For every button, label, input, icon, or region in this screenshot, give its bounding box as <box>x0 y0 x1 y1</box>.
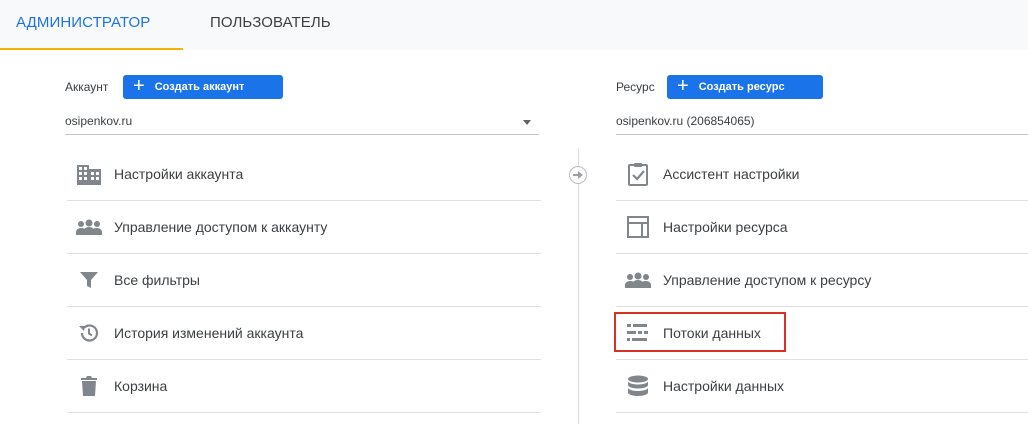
tab-admin[interactable]: АДМИНИСТРАТОР <box>0 0 183 50</box>
account-item-trash[interactable]: Корзина <box>67 360 541 413</box>
create-property-button[interactable]: + Создать ресурс <box>667 75 823 99</box>
account-label: Аккаунт <box>65 80 109 94</box>
property-item-data-settings[interactable]: Настройки данных <box>616 360 1028 413</box>
property-item-access[interactable]: Управление доступом к ресурсу <box>616 254 1028 307</box>
arrow-right-icon <box>569 166 587 184</box>
property-selector[interactable]: osipenkov.ru (206854065) <box>616 108 1028 135</box>
account-menu: Настройки аккаунта Управление доступом к… <box>67 148 541 413</box>
history-icon <box>76 320 102 346</box>
plus-icon: + <box>677 75 689 97</box>
item-label: Все фильтры <box>114 272 200 288</box>
filter-icon <box>76 267 102 293</box>
database-icon <box>625 373 651 399</box>
item-label: Настройки данных <box>663 378 785 394</box>
trash-icon <box>76 373 102 399</box>
top-tab-bar: АДМИНИСТРАТОР ПОЛЬЗОВАТЕЛЬ <box>0 0 1028 50</box>
property-menu: Ассистент настройки Настройки ресурса Уп… <box>616 148 1028 413</box>
item-label: Корзина <box>114 378 168 394</box>
plus-icon: + <box>133 75 145 97</box>
column-divider <box>578 148 579 424</box>
item-label: Управление доступом к аккаунту <box>114 219 328 235</box>
account-selector[interactable]: osipenkov.ru <box>65 108 539 135</box>
account-item-history[interactable]: История изменений аккаунта <box>67 307 541 360</box>
item-label: Управление доступом к ресурсу <box>663 272 872 288</box>
item-label: История изменений аккаунта <box>114 325 304 341</box>
clipboard-check-icon <box>625 161 651 187</box>
property-selected-value: osipenkov.ru (206854065) <box>616 114 755 128</box>
highlight-box <box>614 312 786 352</box>
item-label: Ассистент настройки <box>663 166 800 182</box>
item-label: Настройки аккаунта <box>114 166 244 182</box>
account-item-access[interactable]: Управление доступом к аккаунту <box>67 201 541 254</box>
property-item-setup-assistant[interactable]: Ассистент настройки <box>616 148 1028 201</box>
property-label: Ресурс <box>616 80 655 94</box>
account-item-filters[interactable]: Все фильтры <box>67 254 541 307</box>
dropdown-caret-icon <box>523 120 531 125</box>
people-icon <box>625 267 651 293</box>
building-icon <box>76 161 102 187</box>
account-item-settings[interactable]: Настройки аккаунта <box>67 148 541 201</box>
tab-user[interactable]: ПОЛЬЗОВАТЕЛЬ <box>210 0 331 50</box>
create-property-label: Создать ресурс <box>698 81 785 93</box>
create-account-button[interactable]: + Создать аккаунт <box>123 75 283 99</box>
property-item-settings[interactable]: Настройки ресурса <box>616 201 1028 254</box>
create-account-label: Создать аккаунт <box>154 81 245 93</box>
layout-icon <box>625 214 651 240</box>
item-label: Настройки ресурса <box>663 219 788 235</box>
people-icon <box>76 214 102 240</box>
account-selected-value: osipenkov.ru <box>65 114 133 128</box>
